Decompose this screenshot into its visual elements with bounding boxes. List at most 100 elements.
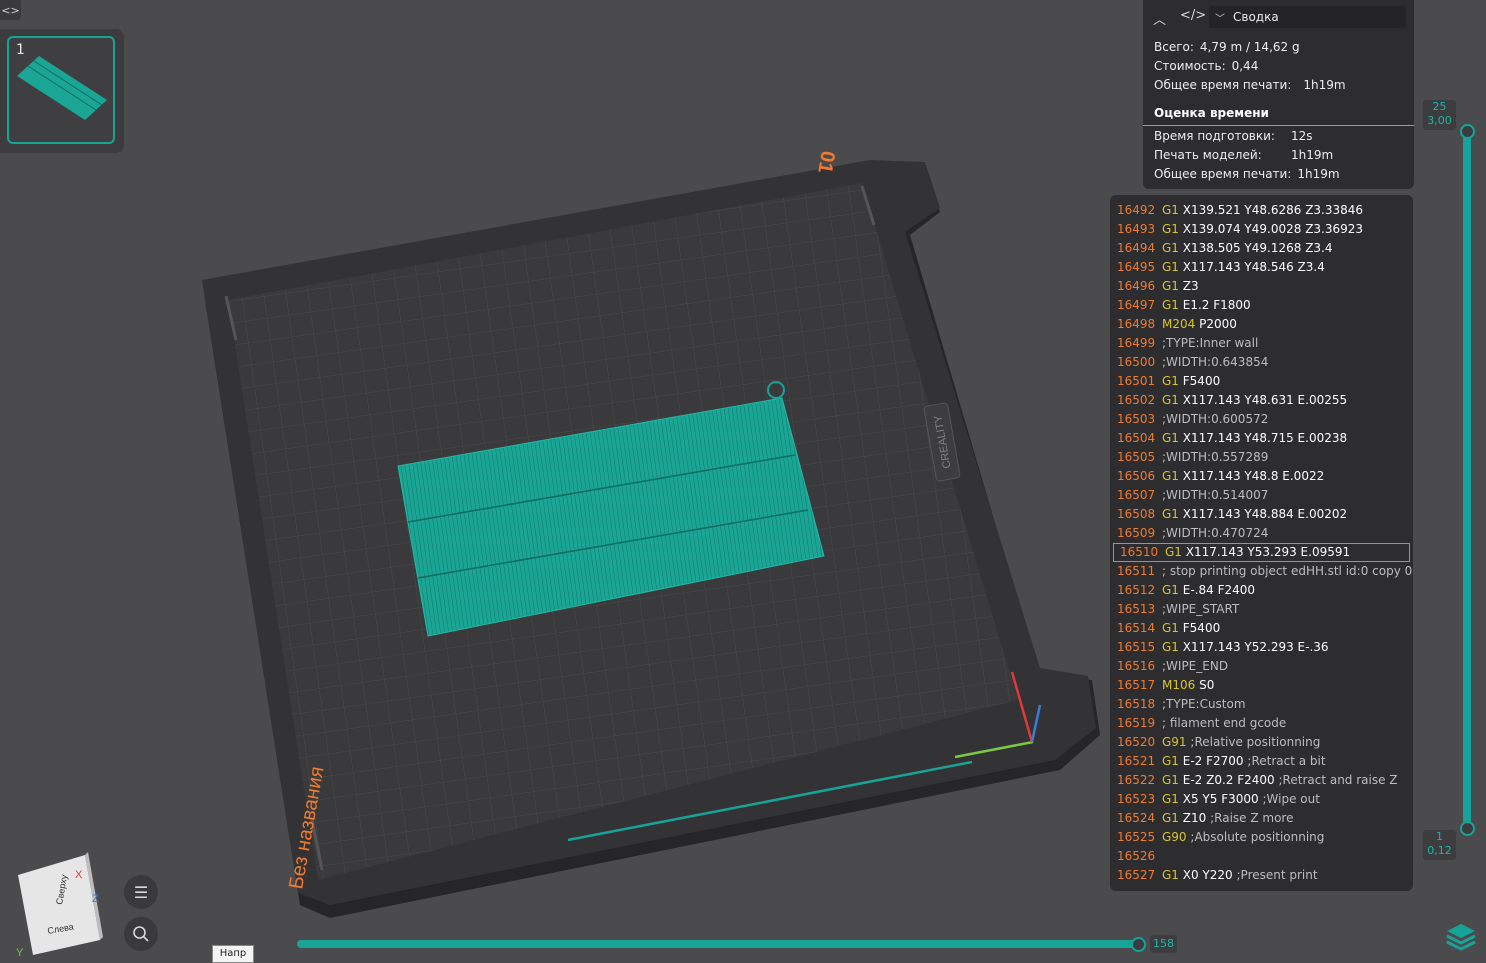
gcode-line-number: 16492: [1117, 203, 1156, 217]
gcode-args: X117.143 Y48.715 E.00238: [1182, 431, 1348, 445]
search-button[interactable]: [124, 917, 158, 951]
axis-z-label: Z: [92, 893, 99, 905]
gcode-line[interactable]: 16512 G1 E-.84 F2400: [1110, 581, 1413, 600]
gcode-line[interactable]: 16497 G1 E1.2 F1800: [1110, 296, 1413, 315]
gcode-line-content: M204 P2000: [1162, 315, 1237, 334]
gcode-command: G90: [1162, 830, 1187, 844]
gcode-line[interactable]: 16526: [1110, 847, 1413, 866]
layer-slider-top-handle[interactable]: [1460, 124, 1475, 139]
summary-value: 1h19m: [1303, 78, 1346, 92]
gcode-line[interactable]: 16504 G1 X117.143 Y48.715 E.00238: [1110, 429, 1413, 448]
gcode-args: E1.2 F1800: [1182, 298, 1251, 312]
gcode-line[interactable]: 16518 ;TYPE:Custom: [1110, 695, 1413, 714]
gcode-line[interactable]: 16524 G1 Z10 ;Raise Z more: [1110, 809, 1413, 828]
gcode-line-content: ;WIDTH:0.643854: [1162, 353, 1268, 372]
gcode-line-number: 16493: [1117, 222, 1156, 236]
gcode-line[interactable]: 16523 G1 X5 Y5 F3000 ;Wipe out: [1110, 790, 1413, 809]
gcode-line-number: 16511: [1117, 564, 1156, 578]
view-cube[interactable]: Сверху Слева X Z Y: [16, 852, 103, 959]
top-layer-height: 3,00: [1427, 114, 1452, 127]
gcode-line-number: 16498: [1117, 317, 1156, 331]
gcode-comment: ;WIDTH:0.643854: [1162, 355, 1269, 369]
move-slider-value: 158: [1150, 935, 1177, 953]
gcode-line[interactable]: 16498 M204 P2000: [1110, 315, 1413, 334]
move-slider-handle[interactable]: [1131, 937, 1146, 952]
gcode-line[interactable]: 16501 G1 F5400: [1110, 372, 1413, 391]
gcode-line[interactable]: 16508 G1 X117.143 Y48.884 E.00202: [1110, 505, 1413, 524]
gcode-line[interactable]: 16527 G1 X0 Y220 ;Present print: [1110, 866, 1413, 885]
gcode-line[interactable]: 16493 G1 X139.074 Y49.0028 Z3.36923: [1110, 220, 1413, 239]
top-layer-number: 25: [1432, 100, 1447, 113]
time-label: Печать моделей:: [1154, 148, 1262, 162]
summary-label: Стоимость:: [1154, 59, 1226, 73]
gcode-args: E-2 Z0.2 F2400: [1182, 773, 1275, 787]
code-view-icon[interactable]: </>: [1180, 8, 1206, 23]
gcode-line[interactable]: 16510 G1 X117.143 Y53.293 E.09591: [1113, 543, 1410, 562]
summary-row-cost: Стоимость: 0,44: [1154, 59, 1258, 73]
gcode-line[interactable]: 16494 G1 X138.505 Y49.1268 Z3.4: [1110, 239, 1413, 258]
gcode-line-content: G1 E-.84 F2400: [1162, 581, 1255, 600]
menu-button[interactable]: ☰: [124, 875, 158, 909]
gcode-line[interactable]: 16496 G1 Z3: [1110, 277, 1413, 296]
gcode-line[interactable]: 16525 G90 ;Absolute positionning: [1110, 828, 1413, 847]
gcode-line-number: 16522: [1117, 773, 1156, 787]
layer-slider-bottom-handle[interactable]: [1460, 821, 1475, 836]
gcode-command: G1: [1165, 545, 1182, 559]
gcode-line[interactable]: 16492 G1 X139.521 Y48.6286 Z3.33846: [1110, 201, 1413, 220]
gcode-line[interactable]: 16505 ;WIDTH:0.557289: [1110, 448, 1413, 467]
plate-number: 1: [16, 42, 25, 58]
gcode-line-content: G90 ;Absolute positionning: [1162, 828, 1324, 847]
layer-slider[interactable]: [1463, 130, 1471, 829]
summary-label: Общее время печати:: [1154, 78, 1292, 92]
gcode-command: G1: [1162, 621, 1179, 635]
axis-y-label: Y: [16, 947, 24, 959]
gcode-line[interactable]: 16499 ;TYPE:Inner wall: [1110, 334, 1413, 353]
gcode-command: G1: [1162, 640, 1179, 654]
gcode-args: S0: [1199, 678, 1215, 692]
gcode-line-content: ;WIDTH:0.557289: [1162, 448, 1268, 467]
gcode-args: X117.143 Y48.631 E.00255: [1182, 393, 1348, 407]
gcode-command: G1: [1162, 298, 1179, 312]
gcode-line[interactable]: 16515 G1 X117.143 Y52.293 E-.36: [1110, 638, 1413, 657]
gcode-comment: ;Retract a bit: [1247, 754, 1326, 768]
gcode-line-content: ;TYPE:Inner wall: [1162, 334, 1258, 353]
layers-icon[interactable]: [1444, 920, 1478, 954]
gcode-line[interactable]: 16514 G1 F5400: [1110, 619, 1413, 638]
gcode-line[interactable]: 16520 G91 ;Relative positionning: [1110, 733, 1413, 752]
gcode-line-number: 16513: [1117, 602, 1156, 616]
gcode-line[interactable]: 16516 ;WIPE_END: [1110, 657, 1413, 676]
gcode-line-content: G1 X138.505 Y49.1268 Z3.4: [1162, 239, 1333, 258]
gcode-line[interactable]: 16503 ;WIDTH:0.600572: [1110, 410, 1413, 429]
collapse-sidebar-button[interactable]: <>: [0, 0, 21, 20]
gcode-line-content: ;WIPE_START: [1162, 600, 1239, 619]
gcode-line[interactable]: 16506 G1 X117.143 Y48.8 E.0022: [1110, 467, 1413, 486]
gcode-line[interactable]: 16502 G1 X117.143 Y48.631 E.00255: [1110, 391, 1413, 410]
gcode-args: Z3: [1182, 279, 1199, 293]
gcode-line[interactable]: 16500 ;WIDTH:0.643854: [1110, 353, 1413, 372]
gcode-line-number: 16514: [1117, 621, 1156, 635]
view-type-select[interactable]: ﹀ Сводка: [1209, 6, 1406, 28]
gcode-line[interactable]: 16495 G1 X117.143 Y48.546 Z3.4: [1110, 258, 1413, 277]
gcode-comment: ;TYPE:Custom: [1162, 697, 1246, 711]
gcode-line[interactable]: 16507 ;WIDTH:0.514007: [1110, 486, 1413, 505]
gcode-comment: ;Relative positionning: [1190, 735, 1321, 749]
gcode-line[interactable]: 16522 G1 E-2 Z0.2 F2400 ;Retract and rais…: [1110, 771, 1413, 790]
gcode-line-number: 16521: [1117, 754, 1156, 768]
gcode-args: X117.143 Y48.8 E.0022: [1182, 469, 1325, 483]
axis-x-label: X: [75, 869, 83, 881]
gcode-line-number: 16499: [1117, 336, 1156, 350]
gcode-command: G91: [1162, 735, 1187, 749]
gcode-command: G1: [1162, 260, 1179, 274]
gcode-line[interactable]: 16511 ; stop printing object edHH.stl id:…: [1110, 562, 1413, 581]
gcode-line[interactable]: 16519 ; filament end gcode: [1110, 714, 1413, 733]
gcode-comment: ;Retract and raise Z: [1278, 773, 1398, 787]
gcode-line-number: 16518: [1117, 697, 1156, 711]
gcode-line[interactable]: 16513 ;WIPE_START: [1110, 600, 1413, 619]
move-slider[interactable]: [297, 940, 1139, 948]
gcode-line[interactable]: 16517 M106 S0: [1110, 676, 1413, 695]
gcode-line[interactable]: 16521 G1 E-2 F2700 ;Retract a bit: [1110, 752, 1413, 771]
gcode-line-number: 16512: [1117, 583, 1156, 597]
collapse-up-icon[interactable]: ︿: [1153, 9, 1166, 28]
gcode-line-content: G1 X0 Y220 ;Present print: [1162, 866, 1318, 885]
gcode-line[interactable]: 16509 ;WIDTH:0.470724: [1110, 524, 1413, 543]
